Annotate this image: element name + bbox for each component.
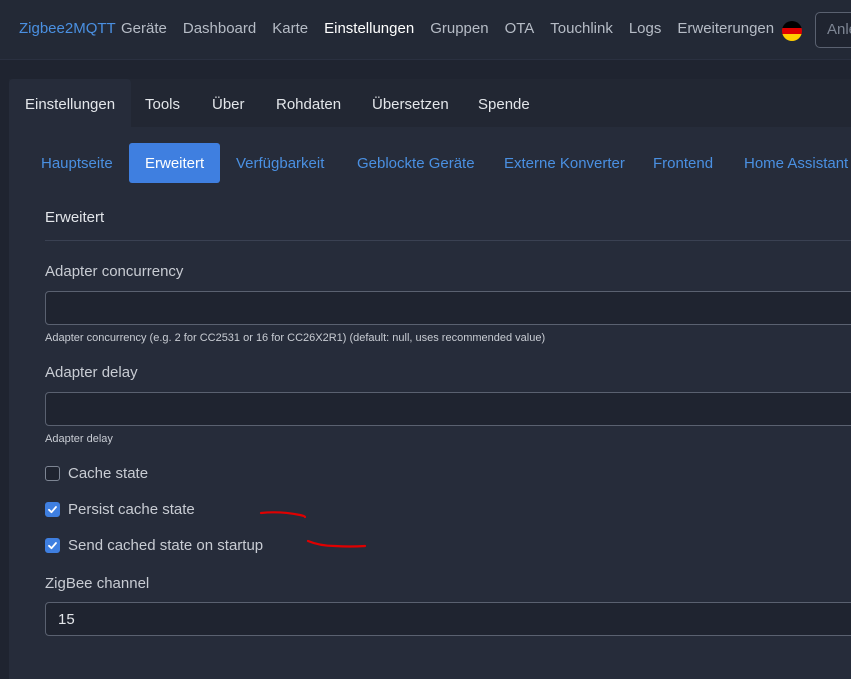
nav-link-touchlink[interactable]: Touchlink (550, 20, 613, 37)
pill-hauptseite[interactable]: Hauptseite (41, 143, 113, 183)
pill-erweitert[interactable]: Erweitert (129, 143, 221, 183)
red-annotation-strokes (259, 511, 367, 548)
adapter-delay-label: Adapter delay (45, 364, 138, 381)
nav-link-geraete[interactable]: Geräte (121, 20, 167, 37)
section-divider (45, 240, 851, 241)
persist-cache-state-row[interactable]: Persist cache state (45, 501, 195, 518)
brand-logo[interactable]: Zigbee2MQTT (19, 20, 116, 37)
pill-externe-konverter[interactable]: Externe Konverter (504, 143, 625, 183)
cache-state-label: Cache state (68, 465, 149, 482)
tab-tools[interactable]: Tools (145, 79, 180, 127)
tab-einstellungen[interactable]: Einstellungen (9, 79, 132, 127)
tab-uebersetzen[interactable]: Übersetzen (372, 79, 449, 127)
section-title: Erweitert (45, 209, 105, 226)
send-cached-state-row[interactable]: Send cached state on startup (45, 537, 263, 554)
tab-ueber[interactable]: Über (212, 79, 245, 127)
card-tab-bar: Einstellungen Tools Über Rohdaten Überse… (9, 79, 851, 127)
zigbee-channel-label: ZigBee channel (45, 575, 150, 592)
search-placeholder: Anleitung (827, 21, 851, 38)
settings-card: Einstellungen Tools Über Rohdaten Überse… (9, 79, 851, 679)
adapter-delay-input[interactable] (45, 392, 851, 426)
adapter-concurrency-input[interactable] (45, 291, 851, 325)
tab-rohdaten[interactable]: Rohdaten (276, 79, 341, 127)
persist-cache-state-label: Persist cache state (68, 501, 195, 518)
pill-frontend[interactable]: Frontend (653, 143, 713, 183)
adapter-concurrency-help: Adapter concurrency (e.g. 2 for CC2531 o… (45, 332, 546, 344)
persist-cache-state-checkbox[interactable] (45, 502, 60, 517)
cache-state-checkbox[interactable] (45, 466, 60, 481)
main-nav: Geräte Dashboard Karte Einstellungen Gru… (121, 20, 790, 37)
nav-link-ota[interactable]: OTA (505, 20, 535, 37)
nav-link-dashboard[interactable]: Dashboard (183, 20, 256, 37)
pill-home-assistant[interactable]: Home Assistant (744, 143, 848, 183)
german-flag-icon[interactable] (782, 21, 802, 41)
send-cached-state-label: Send cached state on startup (68, 537, 264, 554)
nav-link-einstellungen[interactable]: Einstellungen (324, 20, 414, 37)
nav-link-erweiterungen[interactable]: Erweiterungen (677, 20, 774, 37)
send-cached-state-checkbox[interactable] (45, 538, 60, 553)
pill-verfuegbarkeit[interactable]: Verfügbarkeit (236, 143, 324, 183)
tab-spende[interactable]: Spende (478, 79, 530, 127)
nav-link-gruppen[interactable]: Gruppen (430, 20, 488, 37)
checkmark-icon (48, 506, 57, 514)
nav-link-logs[interactable]: Logs (629, 20, 662, 37)
adapter-delay-help: Adapter delay (45, 433, 113, 445)
cache-state-row[interactable]: Cache state (45, 465, 148, 482)
zigbee-channel-input[interactable]: 15 (45, 602, 851, 636)
checkmark-icon (48, 542, 57, 550)
search-input[interactable]: Anleitung (815, 12, 851, 48)
pill-geblockte-geraete[interactable]: Geblockte Geräte (357, 143, 475, 183)
top-navbar: Zigbee2MQTT Geräte Dashboard Karte Einst… (0, 0, 851, 60)
adapter-concurrency-label: Adapter concurrency (45, 263, 184, 280)
nav-link-karte[interactable]: Karte (272, 20, 308, 37)
